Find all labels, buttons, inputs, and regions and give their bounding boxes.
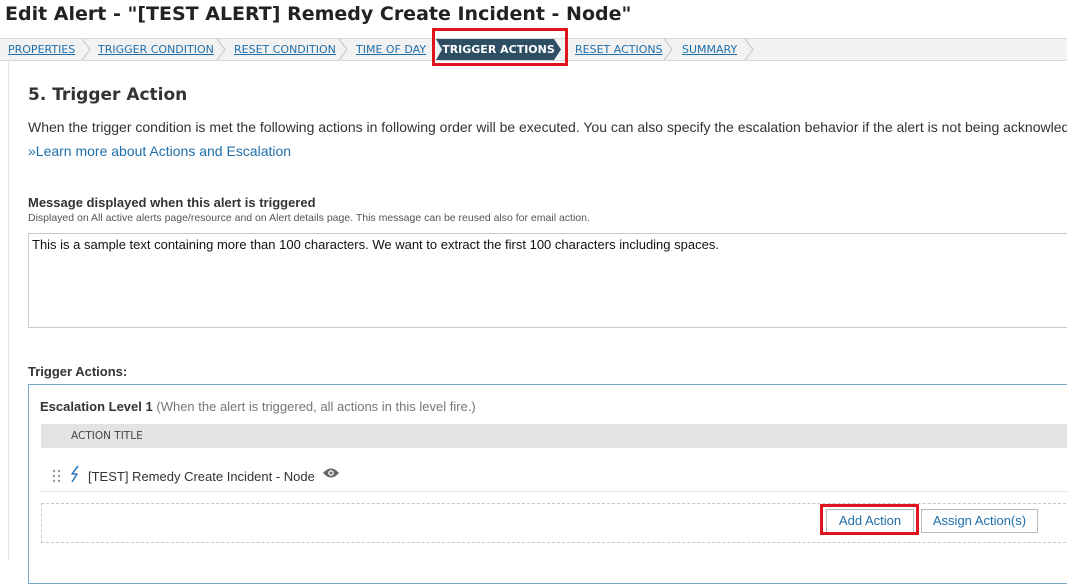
wizard-steps: PROPERTIES TRIGGER CONDITION RESET CONDI… xyxy=(0,38,1067,61)
step-properties[interactable]: PROPERTIES xyxy=(8,39,75,60)
step-reset-condition[interactable]: RESET CONDITION xyxy=(234,39,336,60)
drag-handle-icon[interactable] xyxy=(52,469,62,483)
step-separator-icon xyxy=(338,39,348,60)
add-action-button[interactable]: Add Action xyxy=(826,509,914,533)
step-separator-icon xyxy=(216,39,226,60)
lightning-bolt-icon xyxy=(71,465,79,483)
action-row[interactable]: [TEST] Remedy Create Incident - Node xyxy=(41,461,1067,492)
escalation-level-name: Escalation Level 1 xyxy=(40,399,153,414)
step-trigger-actions[interactable]: TRIGGER ACTIONS xyxy=(436,39,561,60)
step-time-of-day[interactable]: TIME OF DAY xyxy=(356,39,426,60)
action-table-header: ACTION TITLE xyxy=(41,424,1067,448)
step-reset-actions[interactable]: RESET ACTIONS xyxy=(575,39,663,60)
escalation-level-title: Escalation Level 1 (When the alert is tr… xyxy=(40,399,476,414)
eye-icon[interactable] xyxy=(322,467,340,479)
message-label: Message displayed when this alert is tri… xyxy=(28,195,316,210)
column-header-action-title: ACTION TITLE xyxy=(71,430,143,442)
step-separator-icon xyxy=(663,39,673,60)
message-help-text: Displayed on All active alerts page/reso… xyxy=(28,212,590,224)
assign-actions-button[interactable]: Assign Action(s) xyxy=(921,509,1038,533)
escalation-level-note: (When the alert is triggered, all action… xyxy=(156,399,476,414)
step-trigger-condition[interactable]: TRIGGER CONDITION xyxy=(98,39,214,60)
action-title[interactable]: [TEST] Remedy Create Incident - Node xyxy=(88,469,315,484)
trigger-actions-label: Trigger Actions: xyxy=(28,364,128,379)
section-title: 5. Trigger Action xyxy=(28,85,188,105)
learn-more-link[interactable]: »Learn more about Actions and Escalation xyxy=(28,143,291,159)
page-title: Edit Alert - "[TEST ALERT] Remedy Create… xyxy=(5,3,632,25)
step-separator-icon xyxy=(744,39,754,60)
step-separator-icon xyxy=(81,39,91,60)
message-textarea[interactable]: This is a sample text containing more th… xyxy=(28,233,1067,328)
section-description: When the trigger condition is met the fo… xyxy=(28,119,1067,135)
step-summary[interactable]: SUMMARY xyxy=(682,39,737,60)
